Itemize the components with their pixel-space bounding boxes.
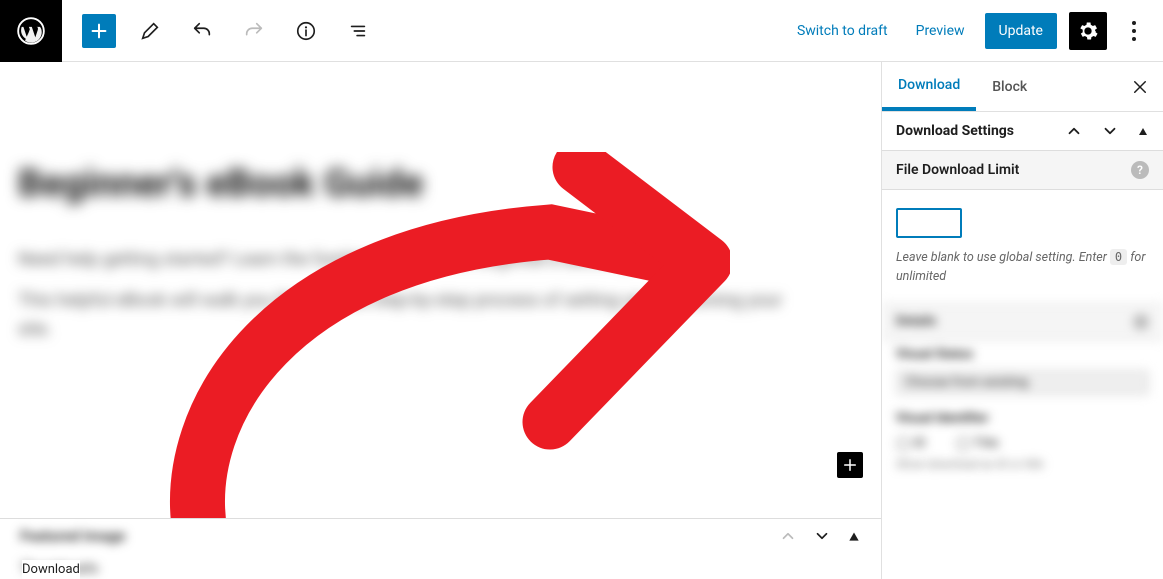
section-title: Download Settings xyxy=(896,123,1014,139)
switch-to-draft-button[interactable]: Switch to draft xyxy=(789,15,896,47)
settings-sidebar: Download Block Download Settings File Do… xyxy=(881,62,1163,579)
sidebar-blurred-chip: Choose from existing xyxy=(896,370,1149,395)
fdl-help-text: Leave blank to use global setting. Enter… xyxy=(882,242,1163,303)
inline-add-block-button[interactable] xyxy=(837,452,863,478)
toolbar-right-group: Switch to draft Preview Update xyxy=(789,12,1163,50)
sidebar-blurred-header: Details xyxy=(882,303,1163,341)
chevron-down-icon[interactable] xyxy=(813,527,831,545)
collapse-up-icon[interactable] xyxy=(847,529,861,543)
chevron-up-icon[interactable] xyxy=(1065,122,1083,140)
download-settings-header: Download Settings xyxy=(882,112,1163,150)
chevron-down-icon[interactable] xyxy=(1101,122,1119,140)
sidebar-blurred-desc: Show download as ID or title xyxy=(882,455,1163,481)
file-download-limit-header: File Download Limit ? xyxy=(882,150,1163,190)
meta-label: Featured Image xyxy=(20,527,125,545)
tab-block[interactable]: Block xyxy=(976,65,1043,109)
post-title: Beginner's eBook Guide xyxy=(18,162,881,206)
meta-toggles xyxy=(779,527,861,545)
meta-row: Featured Image xyxy=(0,519,881,553)
post-paragraph: This helpful eBook will walk you through… xyxy=(18,287,818,345)
fdl-field xyxy=(882,190,1163,242)
tab-download[interactable]: Download xyxy=(882,63,976,111)
code-chip: 0 xyxy=(1110,249,1127,265)
annotation-arrow xyxy=(150,152,730,562)
editor-canvas: Beginner's eBook Guide Need help getting… xyxy=(0,62,881,579)
undo-icon[interactable] xyxy=(184,13,220,49)
fdl-label: File Download Limit xyxy=(896,162,1019,178)
redo-icon[interactable] xyxy=(236,13,272,49)
meta-row-2: Thumbnails xyxy=(0,553,881,579)
sidebar-blurred-label: Visual Status xyxy=(882,341,1163,368)
list-view-icon[interactable] xyxy=(340,13,376,49)
more-options-icon[interactable] xyxy=(1119,13,1149,49)
close-sidebar-icon[interactable] xyxy=(1117,78,1163,96)
top-toolbar: Switch to draft Preview Update xyxy=(0,0,1163,62)
add-block-button[interactable] xyxy=(82,14,116,48)
toolbar-left-group xyxy=(62,13,376,49)
update-button[interactable]: Update xyxy=(985,13,1057,49)
info-icon[interactable] xyxy=(288,13,324,49)
collapse-up-icon[interactable] xyxy=(1137,125,1149,137)
preview-button[interactable]: Preview xyxy=(908,15,973,47)
help-icon[interactable]: ? xyxy=(1131,161,1149,179)
post-paragraph: Need help getting started? Learn the fun… xyxy=(18,246,718,275)
file-download-limit-input[interactable] xyxy=(896,208,962,238)
chevron-up-icon[interactable] xyxy=(779,527,797,545)
meta-panel: Featured Image Thumbnails Download xyxy=(0,518,881,579)
sidebar-tabs: Download Block xyxy=(882,62,1163,112)
edit-icon[interactable] xyxy=(132,13,168,49)
wordpress-logo[interactable] xyxy=(0,0,62,62)
main-area: Beginner's eBook Guide Need help getting… xyxy=(0,62,1163,579)
sidebar-blurred-radios: ◯ ID ◯ Title xyxy=(882,432,1163,455)
settings-button[interactable] xyxy=(1069,12,1107,50)
sidebar-blurred-label: Visual Identifier xyxy=(882,405,1163,432)
tooltip: Download xyxy=(22,560,80,579)
